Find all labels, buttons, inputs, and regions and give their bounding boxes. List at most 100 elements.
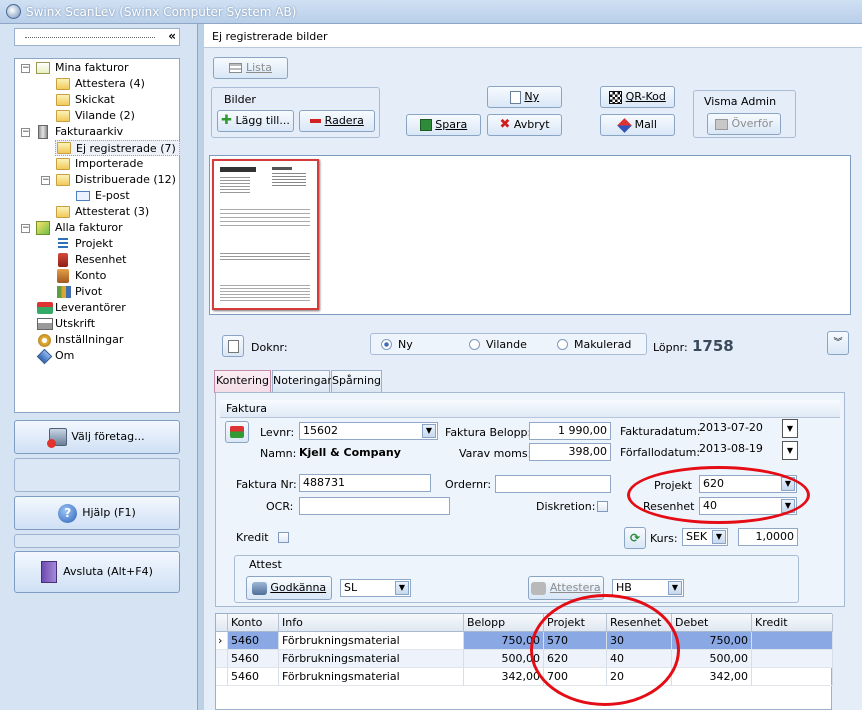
fakturadatum-label: Fakturadatum: bbox=[620, 425, 701, 438]
tree-collapse-toggle[interactable]: − bbox=[21, 224, 30, 233]
cell-debet[interactable]: 750,00 bbox=[672, 632, 752, 650]
tab-noteringar[interactable]: Noteringar bbox=[272, 370, 332, 392]
supplier-lookup-button[interactable] bbox=[225, 421, 249, 443]
cell-konto[interactable]: 5460 bbox=[228, 650, 279, 668]
row-selector bbox=[216, 650, 228, 668]
folder-open-icon bbox=[57, 142, 71, 154]
tab-kontering[interactable]: Kontering bbox=[214, 370, 271, 393]
cell-info[interactable]: Förbrukningsmaterial bbox=[279, 632, 464, 650]
list-button[interactable]: Lista bbox=[213, 57, 288, 79]
diskretion-checkbox[interactable] bbox=[597, 501, 608, 512]
exit-button[interactable]: Avsluta (Alt+F4) bbox=[14, 551, 180, 593]
template-button[interactable]: Mall bbox=[600, 114, 675, 136]
chevron-down-icon[interactable]: ▼ bbox=[712, 530, 726, 544]
tree-collapse-toggle[interactable]: − bbox=[21, 64, 30, 73]
lopnr-value: 1758 bbox=[692, 337, 734, 355]
document-number-button[interactable] bbox=[222, 335, 244, 357]
invoice-number-input[interactable]: 488731 bbox=[299, 474, 431, 492]
plus-icon: ✚ bbox=[221, 113, 233, 128]
list-icon bbox=[229, 63, 242, 73]
cell-debet[interactable]: 500,00 bbox=[672, 650, 752, 668]
template-icon bbox=[617, 117, 632, 133]
invoice-date-input[interactable]: 2013-07-20 bbox=[696, 420, 782, 438]
add-image-button[interactable]: ✚ Lägg till... bbox=[217, 110, 294, 132]
transfer-button[interactable]: Överför bbox=[707, 113, 781, 135]
status-label: Makulerad bbox=[574, 338, 632, 351]
folder-icon bbox=[56, 158, 70, 170]
due-date-input[interactable]: 2013-08-19 bbox=[696, 441, 782, 459]
column-header[interactable]: Belopp bbox=[464, 614, 544, 632]
cell-konto[interactable]: 5460 bbox=[228, 632, 279, 650]
approver-select[interactable]: SL ▼ bbox=[340, 579, 411, 597]
select-company-button[interactable]: Välj företag... bbox=[14, 420, 180, 454]
suppliers-icon bbox=[37, 302, 53, 314]
status-radio-makulerad[interactable] bbox=[557, 339, 568, 350]
cell-kredit[interactable] bbox=[752, 650, 833, 668]
row-indicator-header bbox=[216, 614, 228, 632]
vat-amount-input[interactable]: 398,00 bbox=[529, 443, 611, 461]
refresh-rate-button[interactable]: ⟳ bbox=[624, 527, 646, 549]
cell-kredit[interactable] bbox=[752, 632, 833, 650]
cell-kredit[interactable] bbox=[752, 668, 833, 686]
highlight-oval bbox=[530, 594, 680, 706]
status-radio-vilande[interactable] bbox=[469, 339, 480, 350]
project-icon bbox=[58, 238, 68, 250]
expand-details-button[interactable]: ︾ bbox=[827, 331, 849, 355]
lopnr-label: Löpnr: bbox=[653, 341, 688, 354]
forfallodatum-label: Förfallodatum: bbox=[620, 446, 701, 459]
spacer-panel bbox=[14, 534, 180, 548]
column-header[interactable]: Debet bbox=[672, 614, 752, 632]
cancel-button[interactable]: ✖ Avbryt bbox=[487, 114, 562, 136]
exchange-rate-input[interactable]: 1,0000 bbox=[738, 528, 798, 546]
cost-unit-icon bbox=[58, 253, 68, 267]
status-radio-ny[interactable] bbox=[381, 339, 392, 350]
ocr-input[interactable] bbox=[299, 497, 450, 515]
cell-konto[interactable]: 5460 bbox=[228, 668, 279, 686]
navigation-tree: − Mina fakturor Attestera (4) Skickat Vi… bbox=[14, 58, 180, 413]
currency-select[interactable]: SEK ▼ bbox=[682, 528, 728, 546]
tree-item-ej-registrerade[interactable]: Ej registrerade (7) bbox=[55, 140, 180, 156]
chevron-down-icon[interactable]: ▼ bbox=[395, 581, 409, 595]
qr-code-button[interactable]: QR-Kod bbox=[600, 86, 675, 108]
status-label: Ny bbox=[398, 338, 413, 351]
cell-belopp[interactable]: 342,00 bbox=[464, 668, 544, 686]
help-button[interactable]: ? Hjälp (F1) bbox=[14, 496, 180, 530]
divider bbox=[25, 37, 155, 38]
kredit-label: Kredit bbox=[236, 531, 269, 544]
status-label: Vilande bbox=[486, 338, 527, 351]
order-number-input[interactable] bbox=[495, 475, 611, 493]
supplier-name: Kjell & Company bbox=[299, 446, 401, 459]
delete-image-button[interactable]: Radera bbox=[299, 110, 375, 132]
invoice-check-icon bbox=[36, 62, 50, 74]
cell-debet[interactable]: 342,00 bbox=[672, 668, 752, 686]
invoice-date-picker-button[interactable]: ▼ bbox=[782, 419, 798, 438]
chevron-down-icon: ︾ bbox=[833, 338, 843, 348]
tree-collapse-toggle[interactable]: − bbox=[41, 176, 50, 185]
cell-info[interactable]: Förbrukningsmaterial bbox=[279, 650, 464, 668]
new-button[interactable]: Ny bbox=[487, 86, 562, 108]
credit-checkbox[interactable] bbox=[278, 532, 289, 543]
due-date-picker-button[interactable]: ▼ bbox=[782, 441, 798, 460]
cell-info[interactable]: Förbrukningsmaterial bbox=[279, 668, 464, 686]
tree-collapse-toggle[interactable]: − bbox=[21, 128, 30, 137]
collapse-pane-button[interactable]: « bbox=[168, 29, 176, 43]
supplier-icon bbox=[230, 426, 244, 438]
help-icon: ? bbox=[58, 503, 78, 523]
save-button[interactable]: Spara bbox=[406, 114, 481, 136]
column-header[interactable]: Info bbox=[279, 614, 464, 632]
invoice-amount-input[interactable]: 1 990,00 bbox=[529, 422, 611, 440]
approve-button[interactable]: Godkänna bbox=[246, 576, 332, 600]
levnr-input[interactable]: 15602 ▼ bbox=[299, 422, 438, 440]
column-header[interactable]: Konto bbox=[228, 614, 279, 632]
column-header[interactable]: Kredit bbox=[752, 614, 833, 632]
attester-select[interactable]: HB ▼ bbox=[612, 579, 684, 597]
tab-sparning[interactable]: Spårning bbox=[331, 370, 382, 392]
invoice-thumbnail[interactable] bbox=[212, 159, 319, 310]
page-title: Ej registrerade bilder bbox=[212, 30, 328, 43]
chevron-down-icon[interactable]: ▼ bbox=[668, 581, 682, 595]
belopp-label: Faktura Belopp: bbox=[445, 426, 532, 439]
chevron-down-icon[interactable]: ▼ bbox=[422, 424, 436, 438]
row-selector bbox=[216, 668, 228, 686]
doknr-label: Doknr: bbox=[251, 341, 288, 354]
levnr-value: 15602 bbox=[303, 424, 338, 437]
